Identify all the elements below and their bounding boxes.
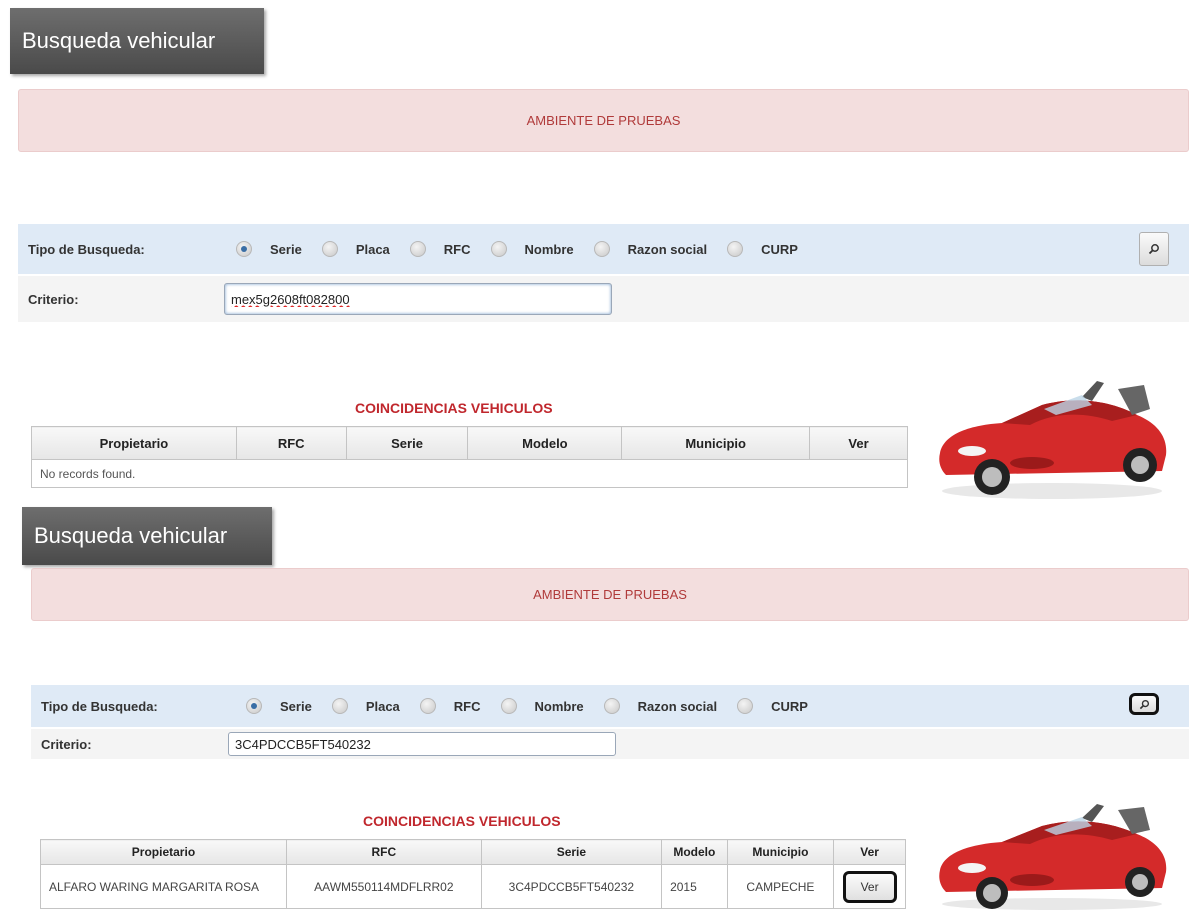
radio-placa[interactable] (321, 241, 338, 257)
col-modelo[interactable]: Modelo (467, 426, 623, 460)
cell-municipio: CAMPECHE (726, 864, 835, 909)
ver-button[interactable]: Ver (842, 870, 897, 903)
radio-label-rfc: RFC (453, 698, 481, 714)
criteria-input[interactable] (228, 732, 616, 756)
search-button[interactable] (1139, 232, 1169, 266)
environment-banner: AMBIENTE DE PRUEBAS (18, 89, 1189, 152)
col-modelo[interactable]: Modelo (661, 839, 728, 865)
col-ver[interactable]: Ver (833, 839, 906, 865)
radio-curp[interactable] (737, 698, 754, 714)
radio-placa[interactable] (331, 698, 348, 714)
radio-label-nombre: Nombre (524, 241, 574, 257)
radio-label-placa: Placa (365, 698, 400, 714)
search-screen-empty: Busqueda vehicular AMBIENTE DE PRUEBAS T… (0, 0, 1189, 500)
col-propietario[interactable]: Propietario (31, 426, 237, 460)
table-header-row: Propietario RFC Serie Modelo Municipio V… (40, 839, 906, 865)
col-municipio[interactable]: Municipio (621, 426, 811, 460)
criteria-label: Criterio: (41, 736, 92, 752)
search-icon (1139, 699, 1149, 709)
col-propietario[interactable]: Propietario (40, 839, 287, 865)
radio-rfc[interactable] (419, 698, 436, 714)
results-table: Propietario RFC Serie Modelo Municipio V… (40, 839, 906, 909)
empty-message: No records found. (31, 459, 908, 488)
results-title: COINCIDENCIAS VEHICULOS (355, 400, 553, 416)
col-serie[interactable]: Serie (345, 426, 469, 460)
radio-nombre[interactable] (500, 698, 517, 714)
col-serie[interactable]: Serie (480, 839, 663, 865)
search-icon (1148, 244, 1159, 255)
radio-curp[interactable] (727, 241, 744, 257)
radio-label-curp: CURP (761, 241, 798, 257)
results-table: Propietario RFC Serie Modelo Municipio V… (31, 426, 908, 488)
table-header-row: Propietario RFC Serie Modelo Municipio V… (31, 426, 908, 460)
search-type-label: Tipo de Busqueda: (41, 698, 158, 714)
page-title: Busqueda vehicular (22, 507, 272, 565)
cell-serie: 3C4PDCCB5FT540232 (480, 864, 663, 909)
radio-serie[interactable] (246, 698, 262, 714)
search-button[interactable] (1129, 693, 1159, 715)
cell-modelo: 2015 (661, 864, 728, 909)
cell-propietario: ALFARO WARING MARGARITA ROSA (40, 864, 287, 909)
criteria-row: Criterio: (18, 276, 1189, 322)
radio-nombre[interactable] (490, 241, 507, 257)
criteria-input[interactable] (224, 283, 612, 315)
search-type-options: Serie Placa RFC Nombre Razon social CURP (246, 698, 828, 714)
search-type-options: Serie Placa RFC Nombre Razon social CURP (236, 241, 818, 257)
search-screen-results: Busqueda vehicular AMBIENTE DE PRUEBAS T… (0, 500, 1189, 911)
table-row: ALFARO WARING MARGARITA ROSA AAWM550114M… (40, 864, 906, 909)
radio-label-serie: Serie (270, 241, 302, 257)
environment-banner: AMBIENTE DE PRUEBAS (31, 568, 1189, 621)
col-ver[interactable]: Ver (809, 426, 908, 460)
radio-razon-social[interactable] (603, 698, 620, 714)
search-type-row: Tipo de Busqueda: Serie Placa RFC Nombre… (31, 685, 1189, 727)
radio-label-razon-social: Razon social (627, 241, 708, 257)
radio-label-razon-social: Razon social (637, 698, 718, 714)
radio-label-rfc: RFC (443, 241, 471, 257)
radio-label-placa: Placa (355, 241, 390, 257)
car-illustration (939, 381, 1167, 499)
col-rfc[interactable]: RFC (235, 426, 347, 460)
page-title: Busqueda vehicular (10, 8, 264, 74)
radio-label-serie: Serie (280, 698, 312, 714)
car-illustration (939, 804, 1167, 910)
radio-razon-social[interactable] (593, 241, 610, 257)
results-title: COINCIDENCIAS VEHICULOS (363, 813, 561, 829)
radio-label-nombre: Nombre (534, 698, 584, 714)
criteria-row: Criterio: (31, 729, 1189, 759)
cell-ver: Ver (833, 864, 906, 909)
radio-label-curp: CURP (771, 698, 808, 714)
search-type-row: Tipo de Busqueda: Serie Placa RFC Nombre… (18, 224, 1189, 274)
search-type-label: Tipo de Busqueda: (28, 241, 145, 257)
table-row: No records found. (31, 459, 908, 488)
radio-serie[interactable] (236, 241, 252, 257)
cell-rfc: AAWM550114MDFLRR02 (285, 864, 482, 909)
radio-rfc[interactable] (409, 241, 426, 257)
col-rfc[interactable]: RFC (285, 839, 482, 865)
col-municipio[interactable]: Municipio (726, 839, 835, 865)
criteria-label: Criterio: (28, 291, 79, 307)
